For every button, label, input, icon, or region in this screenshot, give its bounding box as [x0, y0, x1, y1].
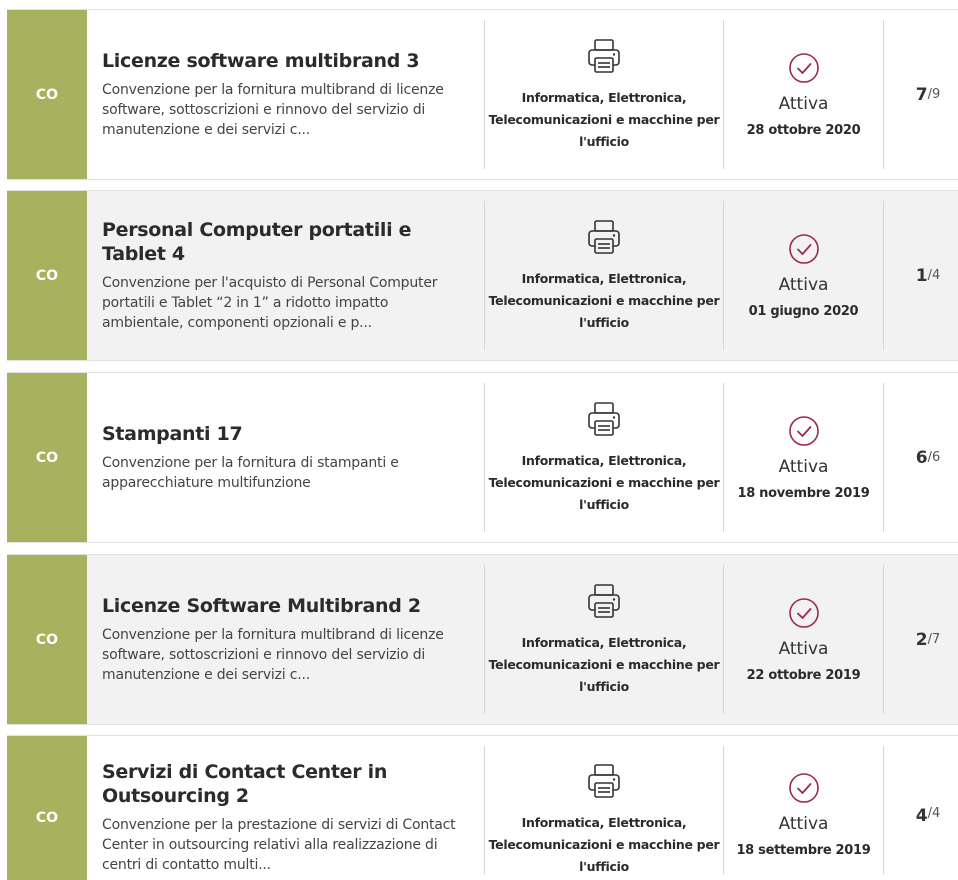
- printer-icon: [588, 401, 620, 436]
- check-circle-icon: [788, 597, 819, 628]
- convention-card[interactable]: CO Stampanti 17 Convenzione per la forni…: [7, 372, 958, 543]
- printer-icon: [588, 764, 620, 798]
- card-description: Convenzione per l'acquisto di Personal C…: [102, 275, 438, 331]
- count-total: 4: [931, 268, 941, 283]
- type-badge: CO: [7, 373, 87, 542]
- category: Informatica, Elettronica, Telecomunicazi…: [485, 10, 723, 179]
- convention-card[interactable]: CO Licenze software multibrand 3 Convenz…: [7, 9, 958, 180]
- convention-card[interactable]: CO Personal Computer portatili e Tablet …: [7, 190, 958, 361]
- card-info: Stampanti 17 Convenzione per la fornitur…: [87, 373, 484, 542]
- printer-icon: [588, 219, 620, 254]
- status-label: Attiva: [778, 456, 829, 477]
- check-circle-icon: [788, 415, 819, 446]
- status-date: 18 novembre 2019: [737, 485, 870, 501]
- card-description: Convenzione per la fornitura multibrand …: [102, 82, 444, 138]
- card-description: Convenzione per la fornitura multibrand …: [102, 627, 444, 683]
- check-circle-icon: [788, 233, 819, 264]
- status: Attiva 01 giugno 2020: [724, 191, 883, 360]
- count-current: 1: [915, 265, 928, 286]
- card-info: Personal Computer portatili e Tablet 4 C…: [87, 191, 484, 360]
- category: Informatica, Elettronica, Telecomunicazi…: [485, 373, 723, 542]
- lot-count: 7/9: [884, 10, 958, 179]
- category-label: Informatica, Elettronica, Telecomunicazi…: [488, 452, 720, 512]
- status: Attiva 18 settembre 2019: [724, 736, 883, 880]
- type-badge: CO: [7, 736, 87, 880]
- convention-card[interactable]: CO Licenze Software Multibrand 2 Convenz…: [7, 554, 958, 725]
- status-label: Attiva: [778, 274, 829, 295]
- status-date: 18 settembre 2019: [736, 843, 871, 858]
- status: Attiva 18 novembre 2019: [724, 373, 883, 542]
- card-info: Servizi di Contact Center in Outsourcing…: [87, 736, 484, 880]
- lot-count: 1/4: [884, 191, 958, 360]
- category-label: Informatica, Elettronica, Telecomunicazi…: [488, 815, 720, 874]
- category: Informatica, Elettronica, Telecomunicazi…: [485, 555, 723, 724]
- card-title[interactable]: Personal Computer portatili e Tablet 4: [102, 218, 472, 266]
- category: Informatica, Elettronica, Telecomunicazi…: [485, 736, 723, 880]
- count-total: 4: [931, 806, 941, 821]
- count-total: 6: [931, 450, 941, 465]
- category-label: Informatica, Elettronica, Telecomunicazi…: [488, 634, 720, 694]
- status-label: Attiva: [778, 638, 829, 659]
- type-badge: CO: [7, 10, 87, 179]
- check-circle-icon: [788, 52, 819, 83]
- lot-count: 4/4: [884, 736, 958, 880]
- status-date: 22 ottobre 2019: [746, 667, 861, 683]
- card-title[interactable]: Servizi di Contact Center in Outsourcing…: [102, 760, 472, 808]
- printer-icon: [588, 38, 620, 73]
- type-badge: CO: [7, 191, 87, 360]
- count-current: 2: [915, 629, 928, 650]
- card-info: Licenze software multibrand 3 Convenzion…: [87, 10, 484, 179]
- card-title[interactable]: Licenze software multibrand 3: [102, 49, 472, 73]
- status: Attiva 22 ottobre 2019: [724, 555, 883, 724]
- count-total: 9: [931, 87, 941, 102]
- card-description: Convenzione per la fornitura di stampant…: [102, 455, 399, 491]
- category-label: Informatica, Elettronica, Telecomunicazi…: [488, 89, 720, 149]
- lot-count: 2/7: [884, 555, 958, 724]
- status-date: 28 ottobre 2020: [746, 122, 861, 138]
- category: Informatica, Elettronica, Telecomunicazi…: [485, 191, 723, 360]
- status-label: Attiva: [778, 814, 829, 834]
- printer-icon: [588, 583, 620, 618]
- count-total: 7: [931, 632, 941, 647]
- card-info: Licenze Software Multibrand 2 Convenzion…: [87, 555, 484, 724]
- status-label: Attiva: [778, 93, 829, 114]
- card-description: Convenzione per la prestazione di serviz…: [102, 817, 456, 873]
- count-current: 7: [915, 84, 928, 105]
- category-label: Informatica, Elettronica, Telecomunicazi…: [488, 270, 720, 330]
- lot-count: 6/6: [884, 373, 958, 542]
- convention-card[interactable]: CO Servizi di Contact Center in Outsourc…: [7, 735, 958, 880]
- type-badge: CO: [7, 555, 87, 724]
- card-title[interactable]: Licenze Software Multibrand 2: [102, 594, 472, 618]
- card-title[interactable]: Stampanti 17: [102, 422, 472, 446]
- count-current: 6: [915, 447, 928, 468]
- status: Attiva 28 ottobre 2020: [724, 10, 883, 179]
- status-date: 01 giugno 2020: [748, 303, 859, 319]
- check-circle-icon: [788, 773, 819, 803]
- count-current: 4: [915, 806, 928, 826]
